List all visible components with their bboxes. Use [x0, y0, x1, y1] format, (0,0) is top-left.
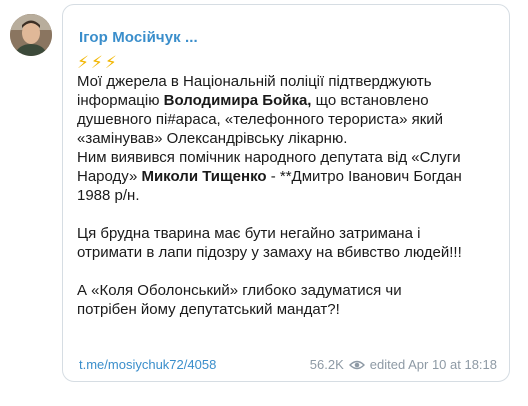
message-bubble: Ігор Мосійчук ... ⚡⚡⚡ Мої джерела в Наці… [62, 4, 510, 382]
message-line: душевного пі#араса, «телефонного терорис… [77, 111, 444, 128]
message-text-run: що встановлено [311, 92, 429, 109]
message-text-run: - **Дмитро Іванович Богдан [266, 168, 462, 185]
message-line: Мої джерела в Національній поліції підтв… [77, 73, 432, 90]
message-line: отримати в лапи підозру у замаху на вбив… [77, 244, 462, 261]
message-line: Народу» Миколи Тищенко - **Дмитро Іванов… [77, 167, 497, 186]
eye-icon [348, 359, 365, 371]
message-meta: 56.2K edited Apr 10 at 18:18 [310, 357, 497, 372]
bold-name: Володимира Бойка, [163, 92, 312, 109]
message-line: інформацію Володимира Бойка, що встановл… [77, 91, 497, 110]
message-text: ⚡⚡⚡ Мої джерела в Національній поліції п… [77, 53, 497, 319]
message-line: потрібен йому депутатський мандат?! [77, 301, 340, 318]
message-footer: t.me/mosiychuk72/4058 56.2K edited Apr 1… [79, 357, 499, 375]
message-line: А «Коля Оболонський» глибоко задуматися … [77, 282, 402, 299]
lightning-emoji-icon: ⚡⚡⚡ [77, 53, 119, 72]
telegram-post-view: Ігор Мосійчук ... ⚡⚡⚡ Мої джерела в Наці… [0, 0, 528, 406]
author-name[interactable]: Ігор Мосійчук ... [79, 29, 198, 46]
message-line: Ця брудна тварина має бути негайно затри… [77, 225, 421, 242]
post-link[interactable]: t.me/mosiychuk72/4058 [79, 357, 216, 372]
message-line: 1988 р/н. [77, 187, 140, 204]
avatar[interactable] [10, 14, 52, 56]
avatar-photo [10, 14, 52, 56]
edited-timestamp: edited Apr 10 at 18:18 [369, 357, 497, 372]
message-text-run: інформацію [77, 92, 164, 109]
bold-name: Миколи Тищенко [141, 168, 267, 185]
message-line: «замінував» Олександрівську лікарню. [77, 130, 348, 147]
view-count: 56.2K [309, 357, 344, 372]
message-text-run: Народу» [77, 168, 142, 185]
message-line: Ним виявився помічник народного депутата… [77, 149, 461, 166]
